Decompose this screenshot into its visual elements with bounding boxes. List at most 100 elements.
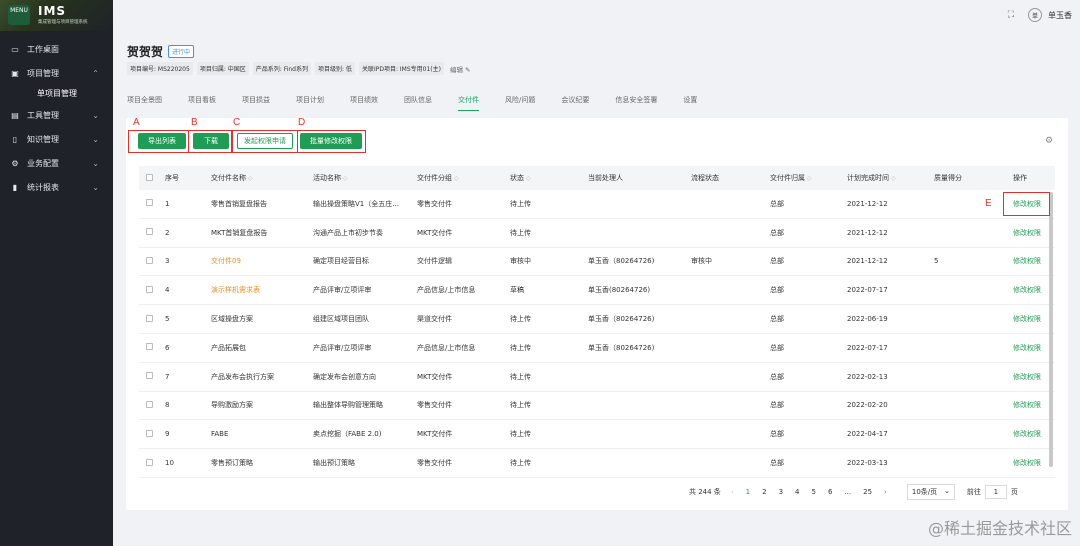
page-number[interactable]: 5 [812, 488, 816, 496]
sidebar-item-label: 项目管理 [27, 68, 59, 78]
next-page-icon[interactable]: › [884, 488, 887, 496]
row-checkbox[interactable] [146, 228, 153, 236]
sidebar-item-knowledge[interactable]: ▯ 知识管理 ⌄ [0, 127, 113, 151]
col-header-handler: 当前处理人 [588, 174, 623, 182]
table-scrollbar[interactable] [1049, 192, 1053, 467]
sidebar-item-label: 业务配置 [27, 158, 59, 168]
sidebar-item-business-config[interactable]: ⚙ 业务配置 ⌄ [0, 151, 113, 175]
page-number[interactable]: 25 [863, 488, 872, 496]
row-checkbox[interactable] [146, 429, 153, 437]
table-row: 9 FABE 卖点挖掘（FABE 2.0) MKT交付件 待上传 总部 2022-04-17… [139, 420, 1055, 450]
download-button[interactable]: 下载 [193, 133, 229, 149]
sidebar-subitem-single-project[interactable]: 单项目管理 [0, 85, 113, 103]
gear-icon[interactable]: ⚙ [1045, 136, 1053, 146]
sort-icon: ◇ [891, 175, 896, 182]
sidebar-item-label: 工具管理 [27, 110, 59, 120]
sort-icon: ◇ [454, 175, 459, 182]
col-header-plan-date[interactable]: 计划完成时间 ◇ [847, 173, 934, 183]
cell-activity: 卖点挖掘（FABE 2.0) [313, 430, 382, 439]
cell-plan-date: 2022-07-17 [847, 286, 888, 295]
cell-scope: 总部 [770, 459, 784, 468]
row-checkbox[interactable] [146, 199, 153, 207]
row-checkbox[interactable] [146, 285, 153, 293]
col-header-name[interactable]: 交付件名称 ◇ [211, 173, 313, 183]
cell-activity: 输出整体导购管理策略 [313, 401, 383, 410]
tab-team[interactable]: 团队信息 [404, 95, 432, 111]
row-checkbox[interactable] [146, 314, 153, 322]
tab-performance[interactable]: 项目绩效 [350, 95, 378, 111]
fullscreen-icon[interactable]: ⛶ [1008, 10, 1014, 20]
deliverables-table: 序号 交付件名称 ◇ 活动名称 ◇ 交付件分组 ◇ 状态 ◇ 当前处理人 流程状态 交付… [139, 166, 1055, 478]
tab-overview[interactable]: 项目全景图 [127, 95, 162, 111]
col-header-activity[interactable]: 活动名称 ◇ [313, 173, 417, 183]
cell-deliverable-name: 产品拓展包 [211, 343, 246, 352]
book-icon: ▯ [12, 134, 18, 144]
page-number[interactable]: 6 [828, 488, 832, 496]
settings-icon: ⚙ [11, 158, 19, 168]
page-ellipsis[interactable]: ... [844, 488, 851, 496]
col-header-status[interactable]: 状态 ◇ [510, 173, 588, 183]
cell-activity: 输出预订策略 [313, 459, 355, 468]
row-checkbox-cell [139, 343, 165, 352]
tab-profit-loss[interactable]: 项目损益 [242, 95, 270, 111]
page-number[interactable]: 4 [795, 488, 799, 496]
tab-deliverables[interactable]: 交付件 [458, 95, 479, 111]
sidebar-item-workspace[interactable]: ▭ 工作桌面 [0, 37, 113, 61]
cell-scope: 总部 [770, 315, 784, 324]
tab-settings[interactable]: 设置 [683, 95, 697, 111]
export-list-button[interactable]: 导出列表 [138, 133, 186, 149]
tab-risks[interactable]: 风险/问题 [505, 95, 535, 111]
page-number[interactable]: 3 [779, 488, 783, 496]
sidebar-item-reports[interactable]: ▮ 统计报表 ⌄ [0, 175, 113, 199]
cell-scope: 总部 [770, 199, 784, 208]
batch-modify-permission-button[interactable]: 批量修改权限 [300, 133, 362, 149]
cell-plan-date: 2022-07-17 [847, 343, 888, 352]
sidebar-item-project-management[interactable]: ▣ 项目管理 ⌃ [0, 61, 113, 85]
project-meta: 项目编号: MS220205 项目归属: 中国区 产品系列: Find系列 项目… [127, 62, 470, 75]
request-permission-button[interactable]: 发起权限申请 [237, 133, 293, 149]
page-size-select[interactable]: 10条/页 ⌄ [906, 484, 955, 500]
cell-group: MKT交付件 [417, 372, 453, 381]
annotation-label-a: A [133, 117, 140, 128]
select-all-cell [139, 173, 165, 183]
tab-meeting-minutes[interactable]: 会议纪要 [561, 95, 589, 111]
sidebar-item-tools[interactable]: ▤ 工具管理 ⌄ [0, 103, 113, 127]
prev-page-icon[interactable]: ‹ [731, 488, 734, 496]
cell-quality-score: 5 [934, 257, 939, 266]
cell-deliverable-name[interactable]: 演示样机需求表 [211, 285, 313, 295]
sort-icon: ◇ [343, 175, 348, 182]
page-number[interactable]: 2 [762, 488, 766, 496]
table-row: 3 交付件09 确定项目经营目标 交付件逻辑 审核中 单玉香（80264726) 审核中 总部… [139, 248, 1055, 277]
edit-link[interactable]: 编辑 ✎ [450, 64, 471, 74]
row-checkbox[interactable] [146, 372, 153, 380]
col-header-no: 序号 [165, 174, 179, 182]
logo-subtitle: 集成管理与项目管理系统 [38, 20, 88, 25]
avatar[interactable]: 单 [1028, 8, 1042, 22]
app-logo[interactable]: MENU IMS 集成管理与项目管理系统 [0, 0, 113, 31]
goto-page-input[interactable]: 1 [984, 485, 1007, 499]
row-checkbox[interactable] [146, 343, 153, 351]
user-name[interactable]: 单玉香 [1048, 10, 1072, 21]
cell-deliverable-name[interactable]: 交付件09 [211, 256, 313, 266]
tab-bar: 项目全景图 项目看板 项目损益 项目计划 项目绩效 团队信息 交付件 风险/问题… [127, 95, 723, 111]
tab-plan[interactable]: 项目计划 [296, 95, 324, 111]
row-checkbox[interactable] [146, 256, 153, 264]
page-number[interactable]: 1 [746, 488, 750, 496]
edit-icon: ✎ [465, 65, 471, 74]
cell-scope: 总部 [770, 228, 784, 237]
row-checkbox[interactable] [146, 400, 153, 408]
cell-scope: 总部 [770, 286, 784, 295]
goto-label: 前往 [966, 488, 981, 496]
col-header-scope[interactable]: 交付件归属 ◇ [770, 173, 847, 183]
cell-plan-date: 2022-02-20 [847, 401, 888, 410]
folder-icon: ▣ [11, 68, 19, 78]
col-header-group[interactable]: 交付件分组 ◇ [417, 173, 510, 183]
row-checkbox[interactable] [146, 458, 153, 466]
cell-status: 待上传 [510, 228, 531, 237]
user-menu[interactable]: ⛶ 单 单玉香 [1008, 8, 1072, 22]
select-all-checkbox[interactable] [146, 173, 153, 181]
cell-group: 交付件逻辑 [417, 257, 452, 266]
tab-info-security[interactable]: 信息安全签署 [615, 95, 657, 111]
sidebar-item-label: 统计报表 [27, 182, 59, 192]
tab-kanban[interactable]: 项目看板 [188, 95, 216, 111]
